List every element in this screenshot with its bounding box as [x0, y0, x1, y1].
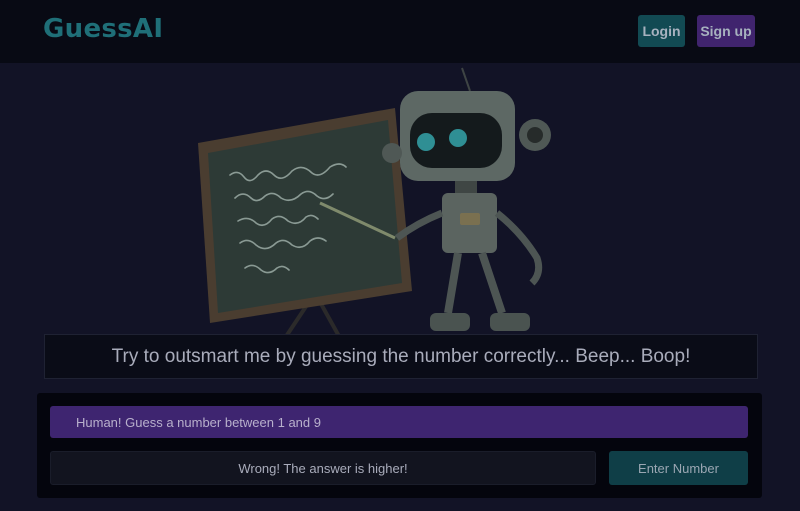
game-panel: Human! Guess a number between 1 and 9 En…	[37, 393, 762, 498]
login-button[interactable]: Login	[638, 15, 685, 47]
navbar: GuessAI Login Sign up	[0, 0, 800, 63]
guess-prompt: Human! Guess a number between 1 and 9	[50, 406, 748, 438]
enter-number-button[interactable]: Enter Number	[609, 451, 748, 485]
brand-logo[interactable]: GuessAI	[43, 14, 163, 44]
signup-button[interactable]: Sign up	[697, 15, 755, 47]
intro-banner: Try to outsmart me by guessing the numbe…	[44, 334, 758, 379]
guess-input[interactable]	[50, 451, 596, 485]
